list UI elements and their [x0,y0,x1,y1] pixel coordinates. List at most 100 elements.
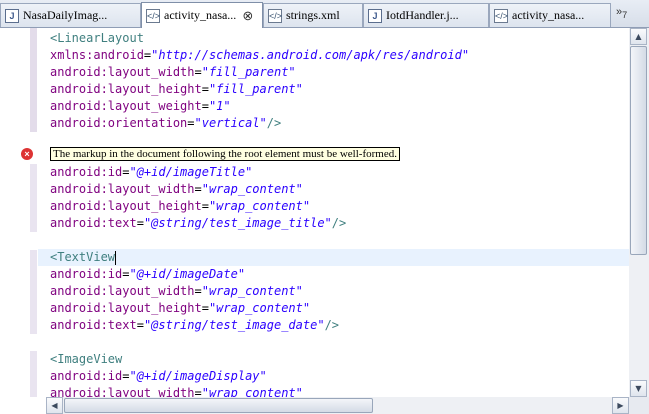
code-token-val: "@+id/imageDisplay" [129,369,267,383]
code-token-val: "@+id/imageTitle" [129,165,253,179]
code-line[interactable]: android:id="@+id/imageDisplay" [50,368,267,385]
code-token-tag: /> [324,318,340,332]
xml-file-icon: </> [494,8,509,23]
code-token-val: "@+id/imageDate" [129,267,246,281]
vertical-scrollbar[interactable]: ▲ ▼ [629,28,649,397]
tab-label: NasaDailyImag... [23,8,108,22]
error-tooltip: The markup in the document following the… [50,147,400,161]
code-token-attr: android:layout_width [50,182,195,196]
tab-nasadailyimage-java[interactable]: J NasaDailyImag... [0,3,141,27]
tab-label: activity_nasa... [164,8,237,22]
code-line[interactable]: android:text="@string/test_image_date"/> [50,317,339,334]
code-line[interactable]: android:text="@string/test_image_title"/… [50,215,346,232]
code-token-val: "@string/test_image_date" [143,318,325,332]
code-line[interactable]: android:layout_width="wrap_content" [50,283,303,300]
code-token-attr: xmlns:android [50,48,144,62]
code-token-attr: android:layout_weight [50,99,202,113]
tab-label: strings.xml [286,8,340,22]
tab-label: activity_nasa... [512,8,585,22]
text-caret [115,250,117,265]
code-token-val: "wrap_content" [208,301,311,315]
code-line[interactable]: android:layout_height="wrap_content" [50,198,310,215]
xml-file-icon: </> [146,8,161,23]
code-token-eq: = [201,301,209,315]
code-token-val: "@string/test_image_title" [143,216,332,230]
error-marker-icon[interactable]: × [21,148,33,160]
code-line[interactable]: <ImageView [50,351,122,368]
code-line[interactable]: android:id="@+id/imageTitle" [50,164,252,181]
code-line[interactable]: android:layout_width="wrap_content" [50,181,303,198]
code-token-val: "fill_parent" [208,82,303,96]
current-line-highlight [38,249,629,266]
code-token-attr: android:id [50,267,123,281]
scroll-down-button[interactable]: ▼ [630,380,647,397]
range-indicator [30,250,37,334]
code-token-eq: = [194,65,202,79]
code-token-eq: = [194,386,202,397]
code-token-attr: android:layout_width [50,65,195,79]
code-token-val: "wrap_content" [208,199,311,213]
code-line[interactable]: android:layout_height="fill_parent" [50,81,303,98]
code-token-attr: android:layout_height [50,82,202,96]
code-token-attr: android:text [50,216,137,230]
annotation-ruler [0,28,14,397]
code-token-eq: = [201,82,209,96]
tab-activity-nasa-xml-active[interactable]: </> activity_nasa... ⊗ [141,2,263,28]
code-token-tag: /> [266,116,282,130]
code-token-val: "http://schemas.android.com/apk/res/andr… [151,48,470,62]
tabs-overflow-button[interactable]: »7 [616,6,646,20]
code-token-val: "wrap_content" [201,386,303,397]
code-token-val: "vertical" [194,116,267,130]
code-token-eq: = [201,199,209,213]
code-token-val: "wrap_content" [201,182,303,196]
tab-label: IotdHandler.j... [386,8,459,22]
vertical-scroll-thumb[interactable] [630,46,647,255]
xml-file-icon: </> [268,8,283,23]
code-token-val: "wrap_content" [201,284,303,298]
code-token-attr: android:orientation [50,116,188,130]
code-token-eq: = [194,284,202,298]
java-file-icon: J [368,8,382,23]
scroll-left-button[interactable]: ◀ [46,397,63,414]
code-line[interactable]: android:layout_width="fill_parent" [50,64,296,81]
scroll-right-button[interactable]: ▶ [612,397,629,414]
code-token-tag: /> [331,216,347,230]
tab-strings-xml[interactable]: </> strings.xml [263,3,363,27]
code-token-eq: = [201,99,209,113]
horizontal-scroll-thumb[interactable] [64,398,373,413]
tab-iotdhandler-java[interactable]: J IotdHandler.j... [363,3,489,27]
code-token-val: "1" [208,99,231,113]
code-line[interactable]: android:layout_height="wrap_content" [50,300,310,317]
code-line[interactable]: <TextView [50,249,117,266]
range-indicator [30,28,37,132]
code-token-eq: = [187,116,195,130]
close-tab-icon[interactable]: ⊗ [242,8,253,24]
xml-source-editor[interactable]: <LinearLayout xmlns:android="http://schem… [0,28,629,397]
code-token-attr: android:layout_width [50,386,195,397]
code-line[interactable]: <LinearLayout [50,30,144,47]
code-line[interactable]: android:layout_weight="1" [50,98,231,115]
scroll-up-button[interactable]: ▲ [630,28,647,45]
code-token-tag: <ImageView [50,352,123,366]
code-token-tag: <TextView [50,250,116,264]
code-token-attr: android:id [50,165,123,179]
code-token-val: "fill_parent" [201,65,296,79]
tab-activity-nasa-xml-2[interactable]: </> activity_nasa... [489,3,611,27]
range-indicator [30,351,37,397]
code-token-attr: android:layout_height [50,301,202,315]
code-token-tag: <LinearLayout [50,31,144,45]
code-line[interactable]: android:orientation="vertical"/> [50,115,281,132]
range-indicator [30,164,37,232]
code-token-attr: android:layout_width [50,284,195,298]
ruler-bottom-spacer [0,397,46,414]
code-token-attr: android:text [50,318,137,332]
horizontal-scrollbar[interactable]: ◀ ▶ [46,397,629,414]
code-token-eq: = [136,318,144,332]
code-token-eq: = [136,216,144,230]
code-line[interactable]: android:id="@+id/imageDate" [50,266,245,283]
code-token-attr: android:layout_height [50,199,202,213]
hidden-tabs-count: 7 [622,10,628,21]
code-line[interactable]: android:layout_width="wrap_content" [50,385,303,397]
code-line[interactable]: xmlns:android="http://schemas.android.co… [50,47,469,64]
scrollbar-corner [629,397,649,414]
